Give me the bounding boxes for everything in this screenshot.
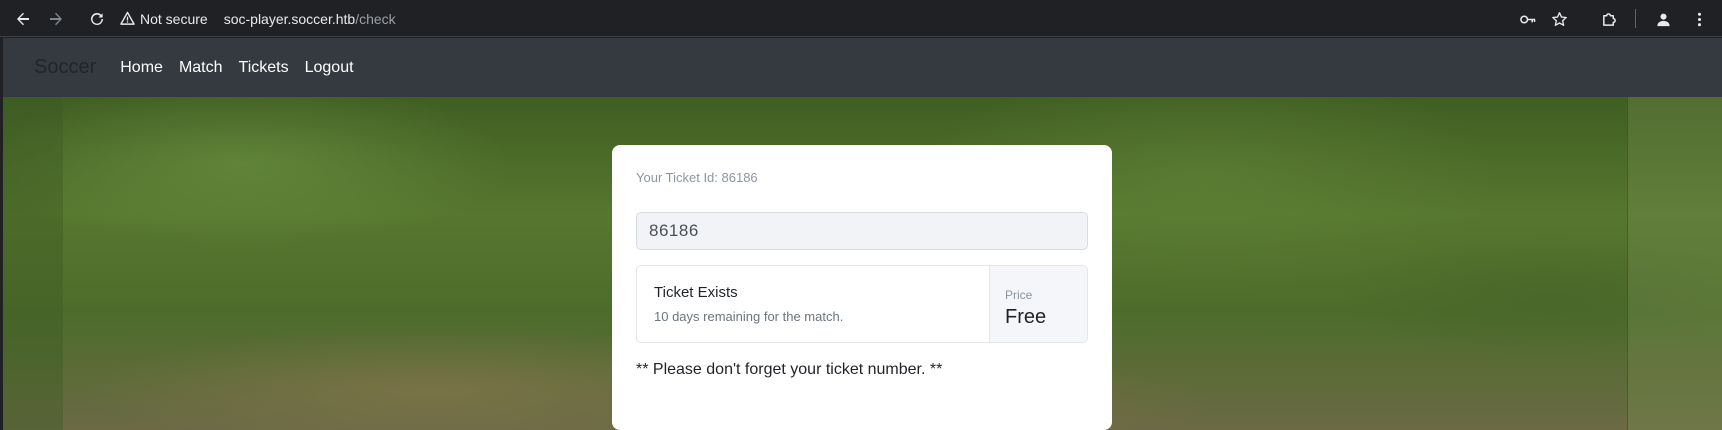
site-brand[interactable]: Soccer [34, 56, 96, 79]
page-viewport: Soccer Home Match Tickets Logout Your Ti… [3, 38, 1722, 430]
site-navbar: Soccer Home Match Tickets Logout [3, 38, 1722, 97]
price-value: Free [1005, 306, 1047, 328]
price-label: Price [1005, 288, 1033, 302]
nav-link-tickets[interactable]: Tickets [239, 59, 289, 77]
ticket-result: Ticket Exists 10 days remaining for the … [636, 265, 1088, 343]
ticket-reminder: ** Please don't forget your ticket numbe… [636, 361, 943, 378]
background-edge-left [3, 97, 63, 430]
security-chip[interactable]: Not secure [120, 11, 208, 27]
star-icon[interactable] [1548, 8, 1570, 30]
nav-link-logout[interactable]: Logout [305, 59, 354, 77]
address-bar[interactable]: Not secure soc-player.soccer.htb/check [120, 5, 396, 32]
key-icon[interactable] [1516, 8, 1538, 30]
profile-icon[interactable] [1652, 8, 1674, 30]
toolbar-divider [1635, 9, 1636, 28]
nav-link-match[interactable]: Match [179, 59, 223, 77]
nav-links: Home Match Tickets Logout [120, 59, 369, 77]
forward-icon[interactable] [45, 8, 67, 30]
background-edge-right [1627, 97, 1722, 430]
price-panel: Price Free [989, 266, 1087, 342]
ticket-id-label: Your Ticket Id: 86186 [636, 170, 758, 185]
days-remaining: 10 days remaining for the match. [654, 309, 844, 324]
back-icon[interactable] [12, 8, 34, 30]
reload-icon[interactable] [86, 8, 108, 30]
ticket-status: Ticket Exists [654, 284, 738, 301]
more-icon[interactable] [1688, 8, 1710, 30]
url-host: soc-player.soccer.htb [223, 10, 356, 27]
url-text[interactable]: soc-player.soccer.htb/check [224, 11, 396, 27]
warning-icon [120, 11, 135, 25]
nav-link-home[interactable]: Home [120, 59, 163, 77]
browser-toolbar: Not secure soc-player.soccer.htb/check [0, 0, 1722, 37]
ticket-id-input[interactable] [636, 212, 1088, 250]
url-path: /check [355, 10, 396, 27]
security-label: Not secure [140, 10, 208, 27]
ticket-check-card: Your Ticket Id: 86186 Ticket Exists 10 d… [612, 145, 1112, 430]
extensions-icon[interactable] [1598, 8, 1620, 30]
